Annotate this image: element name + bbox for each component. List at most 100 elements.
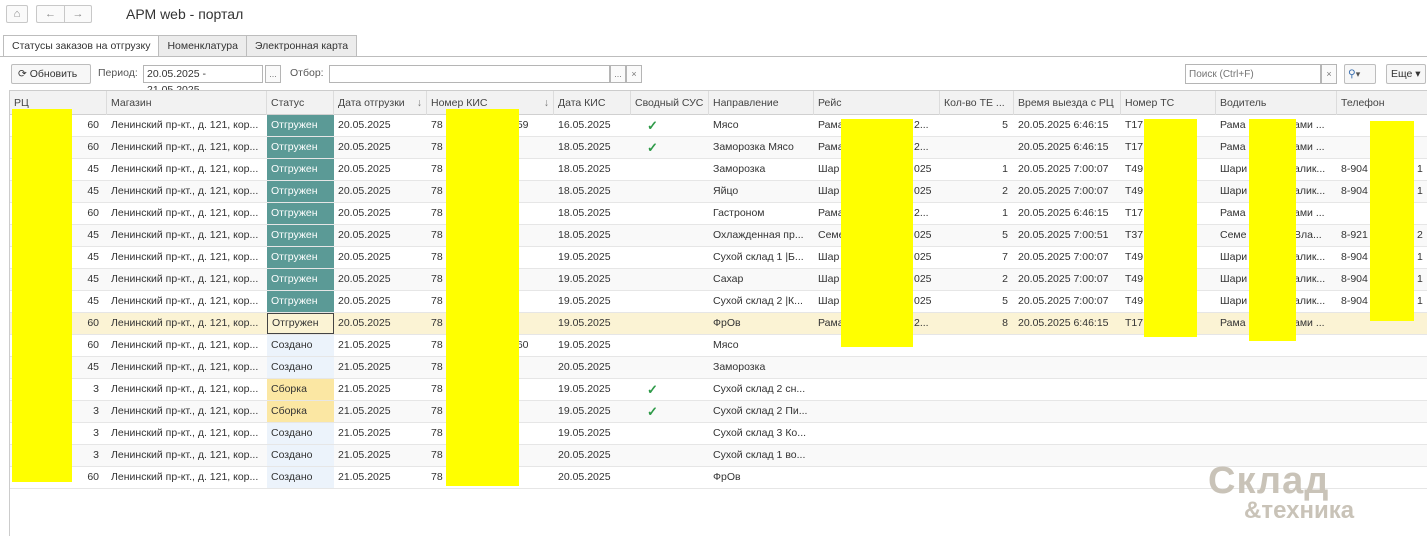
cell-vehicle-number: [1121, 379, 1216, 400]
kis-visible-prefix: 78: [431, 405, 443, 417]
cell-direction: Заморозка Мясо: [713, 141, 794, 153]
col-direction[interactable]: Направление: [709, 91, 814, 115]
filter-field[interactable]: [329, 65, 610, 83]
cell-store: Ленинский пр-кт., д. 121, кор...: [111, 251, 259, 263]
trip-visible-prefix: Шар: [818, 273, 840, 285]
back-button[interactable]: ←: [36, 5, 64, 23]
table-row[interactable]: 45 Ленинский пр-кт., д. 121, кор... Отгруж…: [10, 247, 1427, 269]
cell-phone: [1337, 357, 1427, 378]
period-field[interactable]: 20.05.2025 - 21.05.2025: [143, 65, 263, 96]
cell-driver: [1216, 357, 1337, 378]
cell-kis-date: 20.05.2025: [558, 361, 611, 373]
phone-visible-prefix: 8-904: [1341, 185, 1368, 197]
cell-direction: Сухой склад 2 |К...: [713, 295, 803, 307]
cell-direction: Сухой склад 2 Пи...: [713, 405, 808, 417]
table-row[interactable]: 3 Ленинский пр-кт., д. 121, кор... Сборка 2…: [10, 401, 1427, 423]
cell-sus: [631, 225, 709, 246]
driver-visible-prefix: Шари: [1220, 273, 1248, 285]
driver-visible-suffix: ами ...: [1294, 207, 1325, 219]
cell-kis-date: 19.05.2025: [558, 339, 611, 351]
tab-bar: Статусы заказов на отгрузку Номенклатура…: [3, 35, 358, 57]
cell-departure-time: 20.05.2025 7:00:07: [1018, 185, 1109, 197]
trip-visible-suffix: 025: [914, 273, 932, 285]
cell-departure-time: 20.05.2025 7:00:07: [1018, 251, 1109, 263]
col-te-count[interactable]: Кол-во ТЕ ...: [940, 91, 1014, 115]
trip-visible-prefix: Рама: [818, 207, 844, 219]
table-row[interactable]: 60 Ленинский пр-кт., д. 121, кор... Отгруж…: [10, 115, 1427, 137]
col-ship-date-label: Дата отгрузки: [338, 97, 405, 109]
table-row[interactable]: 3 Ленинский пр-кт., д. 121, кор... Создано…: [10, 423, 1427, 445]
col-driver[interactable]: Водитель: [1216, 91, 1337, 115]
search-input[interactable]: [1185, 64, 1321, 84]
home-icon: ⌂: [13, 8, 21, 20]
table-row[interactable]: 60 Ленинский пр-кт., д. 121, кор... Отгруж…: [10, 137, 1427, 159]
table-row[interactable]: 3 Ленинский пр-кт., д. 121, кор... Сборка 2…: [10, 379, 1427, 401]
table-row[interactable]: 45 Ленинский пр-кт., д. 121, кор... Отгруж…: [10, 291, 1427, 313]
tab-nomenclature[interactable]: Номенклатура: [158, 35, 247, 56]
redaction-vehicle: [1144, 119, 1197, 337]
driver-visible-prefix: Рама: [1220, 141, 1246, 153]
search-button[interactable]: ⚲▾: [1344, 64, 1376, 84]
rc-visible-part: 3: [93, 383, 99, 395]
refresh-button[interactable]: ⟳ Обновить: [11, 64, 91, 84]
cell-te-count: [940, 137, 1014, 158]
col-trip[interactable]: Рейс: [814, 91, 940, 115]
col-phone[interactable]: Телефон: [1337, 91, 1427, 115]
col-status[interactable]: Статус: [267, 91, 334, 115]
col-store[interactable]: Магазин: [107, 91, 267, 115]
table-row[interactable]: 45 Ленинский пр-кт., д. 121, кор... Отгруж…: [10, 181, 1427, 203]
trip-visible-suffix: 2...: [914, 207, 929, 219]
col-ship-date[interactable]: Дата отгрузки ↓: [334, 91, 427, 115]
home-button[interactable]: ⌂: [6, 5, 28, 23]
tab-order-statuses[interactable]: Статусы заказов на отгрузку: [3, 35, 160, 57]
trip-visible-suffix: 025: [914, 295, 932, 307]
forward-button[interactable]: →: [64, 5, 92, 23]
cell-departure-time: 20.05.2025 7:00:51: [1018, 229, 1109, 241]
rc-visible-part: 45: [87, 185, 99, 197]
table-row[interactable]: 60 Ленинский пр-кт., д. 121, кор... Отгруж…: [10, 203, 1427, 225]
cell-departure-time: [1014, 467, 1121, 488]
cell-departure-time: [1014, 379, 1121, 400]
cell-sus: [631, 313, 709, 334]
redaction-trip: [841, 119, 913, 347]
tab-electronic-map[interactable]: Электронная карта: [245, 35, 358, 56]
cell-driver: [1216, 423, 1337, 444]
cell-departure-time: [1014, 335, 1121, 356]
col-kis-date[interactable]: Дата КИС: [554, 91, 631, 115]
table-row[interactable]: 60 Ленинский пр-кт., д. 121, кор... Создан…: [10, 335, 1427, 357]
cell-trip: [814, 379, 940, 400]
status-badge: Отгружен: [267, 291, 334, 312]
cell-te-count: [940, 335, 1014, 356]
search-clear-button[interactable]: ×: [1321, 64, 1337, 84]
driver-visible-prefix: Рама: [1220, 317, 1246, 329]
col-vehicle-number[interactable]: Номер ТС: [1121, 91, 1216, 115]
filter-clear-button[interactable]: ×: [626, 65, 642, 83]
cell-direction: Охлажденная пр...: [713, 229, 804, 241]
filter-picker-button[interactable]: ...: [610, 65, 626, 83]
cell-store: Ленинский пр-кт., д. 121, кор...: [111, 295, 259, 307]
status-badge: Создано: [267, 445, 334, 466]
refresh-label: Обновить: [29, 68, 78, 80]
cell-departure-time: 20.05.2025 6:46:15: [1018, 317, 1109, 329]
check-icon: ✓: [647, 382, 658, 397]
kis-visible-prefix: 78: [431, 361, 443, 373]
cell-ship-date: 21.05.2025: [338, 383, 391, 395]
cell-ship-date: 20.05.2025: [338, 251, 391, 263]
table-row[interactable]: 45 Ленинский пр-кт., д. 121, кор... Создан…: [10, 357, 1427, 379]
cell-store: Ленинский пр-кт., д. 121, кор...: [111, 163, 259, 175]
table-row[interactable]: 45 Ленинский пр-кт., д. 121, кор... Отгруж…: [10, 225, 1427, 247]
cell-phone: [1337, 379, 1427, 400]
cell-store: Ленинский пр-кт., д. 121, кор...: [111, 449, 259, 461]
table-row[interactable]: 45 Ленинский пр-кт., д. 121, кор... Отгруж…: [10, 269, 1427, 291]
trip-visible-prefix: Шар: [818, 251, 840, 263]
table-row[interactable]: 60 Ленинский пр-кт., д. 121, кор... Отгруж…: [10, 313, 1427, 335]
cell-kis-date: 20.05.2025: [558, 449, 611, 461]
driver-visible-prefix: Шари: [1220, 185, 1248, 197]
more-button[interactable]: Еще ▾: [1386, 64, 1426, 84]
period-picker-button[interactable]: ...: [265, 65, 281, 83]
col-sus[interactable]: Сводный СУС: [631, 91, 709, 115]
cell-direction: ФрОв: [713, 317, 741, 329]
col-departure-time[interactable]: Время выезда с РЦ: [1014, 91, 1121, 115]
cell-vehicle-number: [1121, 335, 1216, 356]
table-row[interactable]: 45 Ленинский пр-кт., д. 121, кор... Отгруж…: [10, 159, 1427, 181]
